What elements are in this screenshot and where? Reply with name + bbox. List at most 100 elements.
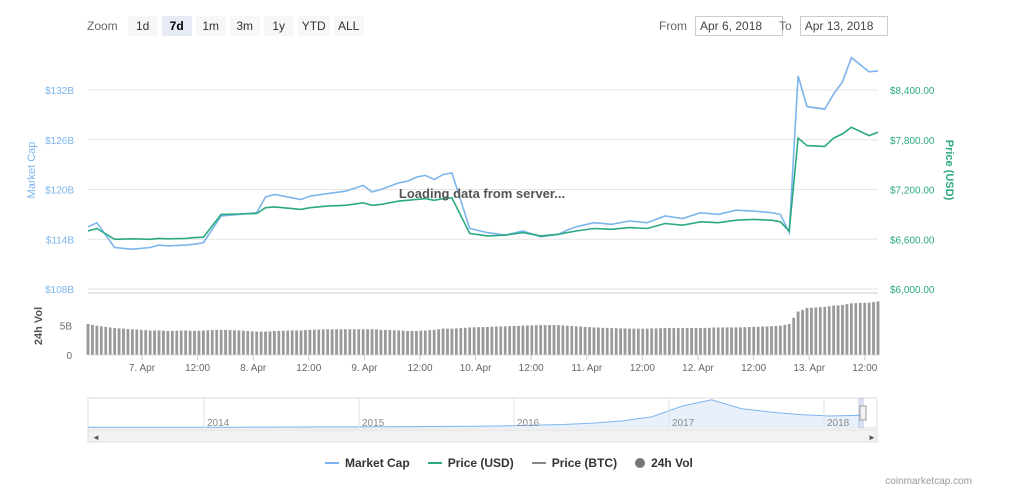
price-usd-line <box>87 126 879 241</box>
volume-bar <box>672 327 676 356</box>
navigator-line <box>88 399 861 428</box>
legend-volume[interactable]: 24h Vol <box>635 456 693 470</box>
volume-bar <box>632 328 636 356</box>
volume-bar <box>854 302 858 356</box>
volume-bar <box>374 329 379 356</box>
zoom-1y-button[interactable]: 1y <box>263 16 294 36</box>
zoom-toolbar: Zoom 1d 7d 1m 3m 1y YTD ALL <box>87 16 364 36</box>
navigator-year-label: 2017 <box>672 418 695 429</box>
volume-bar <box>379 329 383 356</box>
zoom-1d-button[interactable]: 1d <box>127 16 158 36</box>
volume-bar <box>117 327 121 356</box>
volume-bar <box>294 330 299 356</box>
right-tick-label: $7,800.00 <box>890 136 935 147</box>
zoom-7d-button[interactable]: 7d <box>161 16 192 36</box>
volume-bar <box>747 326 752 356</box>
volume-bar <box>361 328 365 356</box>
navigator-year-label: 2015 <box>362 418 385 429</box>
volume-bar <box>601 327 605 356</box>
volume-bar <box>86 323 90 356</box>
volume-bar <box>387 329 392 356</box>
volume-tick-label: 5B <box>60 322 73 333</box>
volume-bar <box>392 329 397 356</box>
x-tick-label: 9. Apr <box>351 363 378 374</box>
volume-bar <box>126 328 130 356</box>
loading-message: Loading data from server... <box>399 186 565 201</box>
volume-bar <box>680 327 685 356</box>
volume-bar <box>698 327 703 356</box>
zoom-3m-button[interactable]: 3m <box>229 16 260 36</box>
volume-bar <box>241 330 246 356</box>
volume-bar <box>472 326 476 356</box>
volume-bar <box>245 330 250 356</box>
to-date-input[interactable] <box>799 16 888 36</box>
credit-link[interactable]: coinmarketcap.com <box>885 476 972 487</box>
volume-bar <box>827 305 831 356</box>
legend-price-usd-label: Price (USD) <box>447 456 514 470</box>
volume-bar <box>356 328 361 356</box>
volume-bar <box>561 325 565 356</box>
volume-bar <box>845 303 849 356</box>
price-chart: $108B $114B $120B $126B $132B $6,000.00 $6,600… <box>26 56 955 443</box>
volume-bar <box>348 328 352 356</box>
volume-bar <box>112 327 117 356</box>
volume-bar <box>99 325 104 356</box>
volume-bar <box>401 330 405 356</box>
volume-bar <box>614 327 618 356</box>
x-tick-label: 7. Apr <box>129 363 156 374</box>
volume-bar <box>383 329 388 356</box>
volume-bar <box>103 326 108 356</box>
legend-price-btc[interactable]: Price (BTC) <box>531 456 617 470</box>
volume-bar <box>325 328 330 356</box>
legend-volume-label: 24h Vol <box>651 456 693 470</box>
x-tick-label: 12:00 <box>185 363 210 374</box>
volume-bar <box>703 327 707 356</box>
volume-bar <box>139 329 144 356</box>
volume-bar <box>152 330 157 356</box>
volume-bar <box>503 325 507 356</box>
x-tick-label: 13. Apr <box>793 363 825 374</box>
volume-bar <box>450 328 454 356</box>
to-label: To <box>779 19 792 33</box>
volume-bar <box>316 329 321 356</box>
volume-bar <box>410 330 414 356</box>
volume-tick-label: 0 <box>66 351 72 362</box>
volume-bar <box>667 327 672 356</box>
navigator-handle <box>859 405 867 421</box>
legend-market-cap[interactable]: Market Cap <box>325 456 410 470</box>
volume-bar <box>441 328 445 356</box>
volume-bar <box>423 330 428 356</box>
volume-bar <box>716 327 721 356</box>
volume-bar <box>809 307 814 356</box>
volume-bar <box>170 330 175 356</box>
volume-bar <box>174 330 179 356</box>
navigator-area <box>88 399 860 428</box>
volume-bar <box>90 324 95 356</box>
zoom-1m-button[interactable]: 1m <box>195 16 226 36</box>
from-date-input[interactable] <box>695 16 783 36</box>
zoom-ytd-button[interactable]: YTD <box>297 16 330 36</box>
right-axis-title: Price (USD) <box>943 140 955 201</box>
volume-bar <box>658 327 663 356</box>
volume-bar <box>774 325 778 356</box>
navigator-year-label: 2018 <box>827 418 850 429</box>
zoom-all-button[interactable]: ALL <box>333 16 364 36</box>
right-tick-label: $7,200.00 <box>890 186 935 197</box>
volume-bar <box>867 302 871 356</box>
volume-bar <box>649 328 654 356</box>
volume-bar <box>108 327 112 356</box>
legend-price-usd[interactable]: Price (USD) <box>427 456 514 470</box>
volume-bar <box>308 329 312 356</box>
volume-bar <box>596 327 601 356</box>
volume-bar <box>876 301 880 356</box>
volume-bar <box>485 326 490 356</box>
volume-bar <box>339 328 343 356</box>
volume-bar <box>427 329 432 356</box>
volume-bar <box>334 328 339 356</box>
volume-bar <box>299 330 303 356</box>
legend-market-cap-swatch <box>325 462 339 464</box>
volume-bar <box>312 329 317 356</box>
volume-bar <box>743 326 747 356</box>
volume-bar <box>530 325 534 356</box>
volume-bar <box>760 326 765 356</box>
